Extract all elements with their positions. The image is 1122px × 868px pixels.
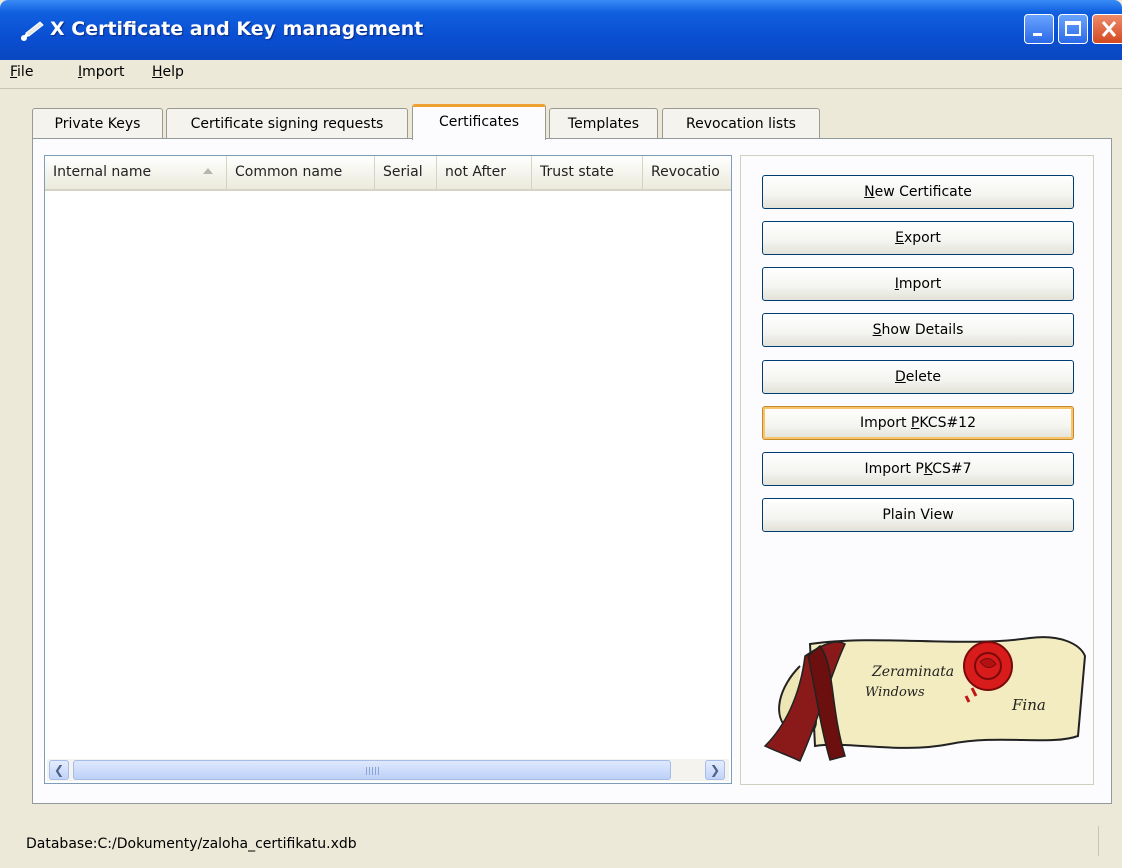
btn-new-accel: N [864, 184, 875, 200]
certificate-list[interactable]: Internal name Common name Serial not Aft… [44, 155, 732, 784]
btn-pkcs7-pre: Import P [864, 461, 924, 477]
plain-view-button[interactable]: Plain View [762, 498, 1074, 532]
logo-text-1: Zeraminata [871, 664, 954, 680]
close-button[interactable] [1092, 14, 1122, 44]
horizontal-scrollbar[interactable]: ❮ ❯ [47, 759, 729, 781]
sort-ascending-icon [203, 168, 213, 174]
tab-private-keys[interactable]: Private Keys [32, 108, 163, 138]
export-button[interactable]: Export [762, 221, 1074, 255]
menu-help-accel: H [152, 64, 163, 80]
menu-import[interactable]: Import [78, 64, 124, 80]
menu-file[interactable]: File [10, 64, 33, 80]
status-bar-text: Database:C:/Dokumenty/zaloha_certifikatu… [26, 836, 357, 852]
column-internal-name[interactable]: Internal name [45, 156, 227, 189]
btn-pkcs7-accel: K [923, 461, 933, 477]
column-not-after[interactable]: not After [437, 156, 532, 189]
menu-file-accel: F [10, 64, 18, 80]
logo-text-3: Fina [1011, 696, 1046, 714]
column-trust-state[interactable]: Trust state [532, 156, 643, 189]
chevron-left-icon: ❮ [53, 763, 65, 777]
scroll-left-button[interactable]: ❮ [49, 760, 69, 780]
btn-pkcs7-post: CS#7 [932, 461, 972, 477]
minimize-button[interactable] [1024, 14, 1054, 44]
resize-grip-icon[interactable] [1098, 826, 1117, 856]
btn-import-post: mport [898, 276, 942, 292]
tab-revocation-lists[interactable]: Revocation lists [662, 108, 820, 138]
new-certificate-button[interactable]: New Certificate [762, 175, 1074, 209]
menu-help-label: elp [162, 64, 184, 80]
column-internal-name-label: Internal name [53, 164, 152, 180]
menu-file-label: ile [17, 64, 34, 80]
maximize-button[interactable] [1058, 14, 1088, 44]
btn-details-post: how Details [881, 322, 964, 338]
import-pkcs7-button[interactable]: Import PKCS#7 [762, 452, 1074, 486]
maximize-icon [1065, 21, 1081, 36]
menu-bar: File Import Help [0, 60, 1122, 86]
btn-export-accel: E [895, 230, 904, 246]
logo-text-2: Windows [865, 685, 925, 700]
window-title: X Certificate and Key management [50, 18, 424, 40]
import-button[interactable]: Import [762, 267, 1074, 301]
certificate-pen-icon [21, 21, 44, 41]
scroll-right-button[interactable]: ❯ [705, 760, 725, 780]
scrollbar-thumb[interactable] [73, 760, 671, 780]
list-header: Internal name Common name Serial not Aft… [45, 156, 731, 191]
delete-button[interactable]: Delete [762, 360, 1074, 394]
btn-export-post: xport [903, 230, 941, 246]
menu-import-label: mport [82, 64, 125, 80]
column-serial[interactable]: Serial [375, 156, 437, 189]
title-bar[interactable]: X Certificate and Key management [0, 0, 1122, 60]
btn-plain-label: Plain View [882, 507, 954, 523]
import-pkcs12-button[interactable]: Import PKCS#12 [762, 406, 1074, 440]
tab-certificate-signing-requests[interactable]: Certificate signing requests [166, 108, 408, 138]
btn-details-accel: S [872, 322, 882, 338]
column-revocation[interactable]: Revocatio [643, 156, 731, 189]
menu-help[interactable]: Help [152, 64, 184, 80]
btn-pkcs12-pre: Import [860, 415, 911, 431]
btn-pkcs12-post: KCS#12 [919, 415, 976, 431]
btn-new-post: ew Certificate [874, 184, 972, 200]
certificate-scroll-logo: Zeraminata Windows Fina [763, 636, 1087, 763]
chevron-right-icon: ❯ [709, 763, 721, 777]
btn-delete-accel: D [895, 369, 906, 385]
tab-templates[interactable]: Templates [549, 108, 658, 138]
btn-delete-post: elete [905, 369, 941, 385]
grip-icon [366, 767, 380, 775]
column-common-name[interactable]: Common name [227, 156, 375, 189]
close-icon [1101, 21, 1117, 37]
minimize-icon [1033, 33, 1042, 36]
tab-certificates[interactable]: Certificates [412, 104, 546, 140]
menu-divider [0, 88, 1122, 89]
show-details-button[interactable]: Show Details [762, 313, 1074, 347]
